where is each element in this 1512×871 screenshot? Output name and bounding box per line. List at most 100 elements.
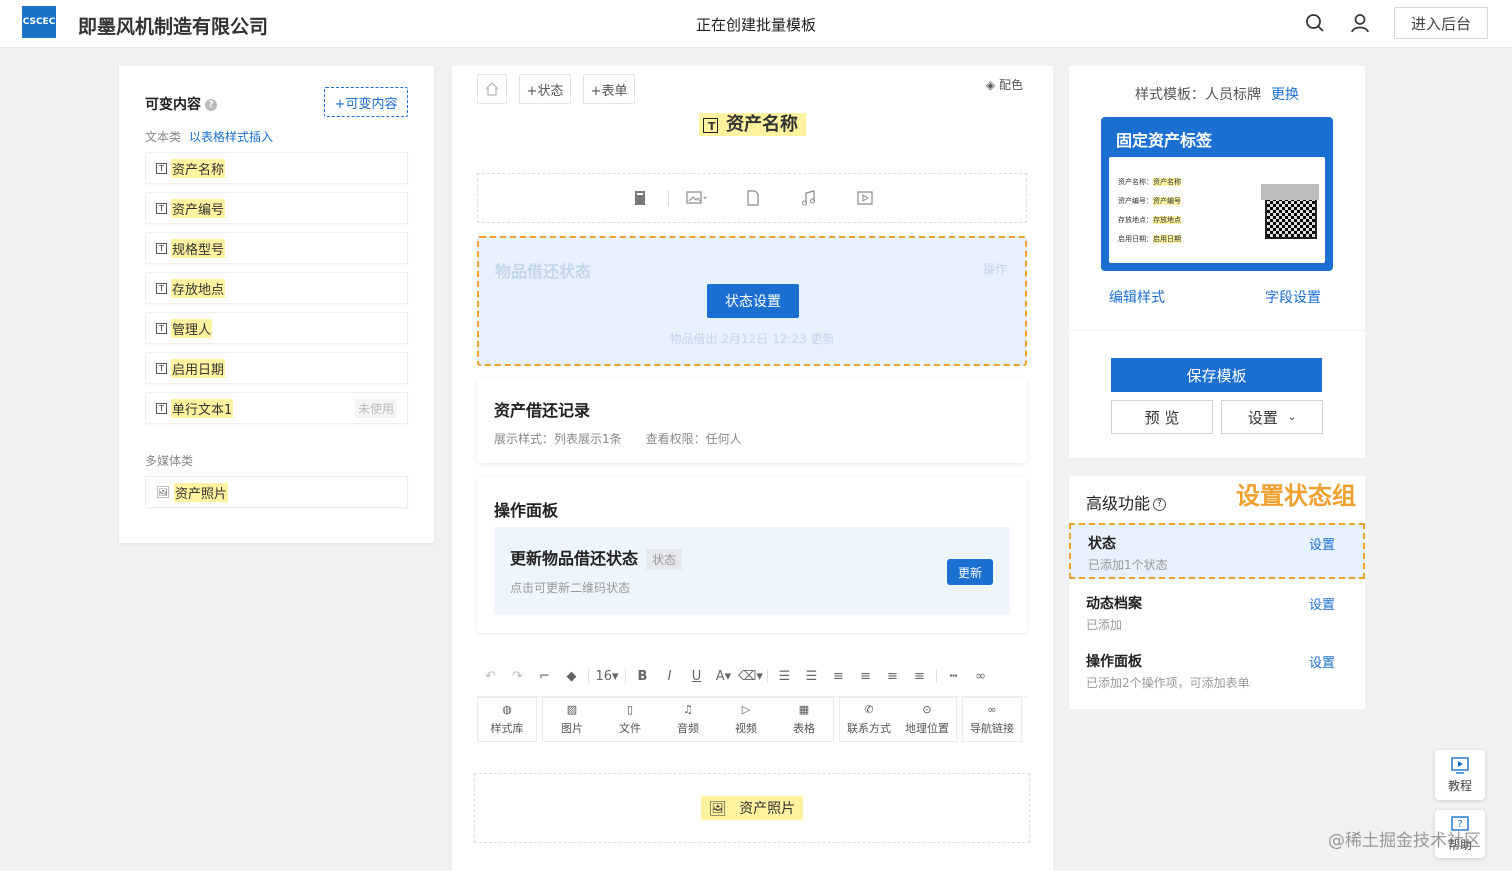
text-icon: T — [703, 118, 718, 133]
advanced-item-operation-panel[interactable]: 操作面板 已添加2个操作项，可添加表单 设置 — [1069, 641, 1365, 697]
field-settings-link[interactable]: 字段设置 — [1265, 287, 1321, 307]
status-settings-link[interactable]: 设置 — [1309, 534, 1335, 553]
insert-location-button[interactable]: ⊙ 地理位置 — [898, 698, 956, 741]
align-center-icon[interactable]: ≡ — [852, 669, 879, 684]
asset-photo-placeholder[interactable]: 🖼 资产照片 — [474, 773, 1030, 843]
book-icon[interactable] — [612, 190, 668, 206]
borrow-record-card[interactable]: 资产借还记录 展示样式：列表展示1条 查看权限：任何人 — [477, 377, 1027, 463]
operation-panel-card[interactable]: 操作面板 更新物品借还状态 状态 点击可更新二维码状态 更新 — [477, 477, 1027, 633]
operation-item-title-text: 更新物品借还状态 — [510, 549, 639, 568]
status-box[interactable]: 物品借还状态 操作 状态设置 物品借出 2月12日 12:23 更新 — [477, 236, 1027, 366]
file-icon[interactable] — [725, 190, 781, 206]
variable-item[interactable]: 🖼 资产照片 — [145, 476, 408, 508]
phone-icon: ✆ — [864, 703, 874, 716]
badge-field: 资产名称：资产名称 — [1118, 177, 1181, 187]
image-icon[interactable] — [669, 190, 725, 206]
align-justify-icon[interactable]: ≡ — [906, 669, 933, 684]
insert-image-button[interactable]: ▨ 图片 — [543, 698, 601, 741]
style-library-button[interactable]: ◍ 样式库 — [478, 698, 536, 741]
rich-text-toolbar: ↶ ↷ ⌐ ◆ 16▾ B I U A▾ ⌫▾ ☰ ☰ ≡ ≡ ≡ ≡ ┅ ∞ — [477, 661, 1027, 691]
style-template-label: 样式模板：人员标牌 — [1135, 87, 1261, 103]
variable-item[interactable]: T 资产编号 — [145, 192, 408, 224]
insert-file-button[interactable]: ▯ 文件 — [601, 698, 659, 741]
operation-settings-link[interactable]: 设置 — [1309, 652, 1335, 671]
media-category: 多媒体类 — [145, 452, 193, 469]
user-icon[interactable] — [1349, 12, 1371, 34]
help-icon[interactable]: ? — [1153, 498, 1167, 511]
variable-label: 启用日期 — [171, 358, 226, 378]
ordered-list-icon[interactable]: ☰ — [771, 669, 798, 684]
eraser-icon[interactable]: ◆ — [558, 669, 585, 684]
badge-field-value: 存放地点 — [1153, 216, 1181, 224]
archive-settings-link[interactable]: 设置 — [1309, 594, 1335, 613]
video-icon[interactable] — [837, 190, 893, 206]
bullet-list-icon[interactable]: ☰ — [798, 669, 825, 684]
preview-button[interactable]: 预 览 — [1111, 400, 1213, 434]
align-right-icon[interactable]: ≡ — [879, 669, 906, 684]
italic-icon[interactable]: I — [656, 669, 683, 684]
font-size-select[interactable]: 16▾ — [592, 669, 622, 684]
image-icon: ▨ — [566, 703, 578, 716]
text-icon: T — [156, 322, 167, 334]
image-icon: 🖼 — [704, 799, 731, 819]
change-template-link[interactable]: 更换 — [1271, 87, 1299, 103]
badge-field-value: 资产编号 — [1153, 197, 1181, 205]
insert-contact-button[interactable]: ✆ 联系方式 — [840, 698, 898, 741]
divider-icon[interactable]: ┅ — [940, 669, 967, 684]
font-size-value: 16 — [595, 668, 612, 684]
music-icon[interactable] — [781, 190, 837, 206]
home-icon — [485, 82, 499, 96]
underline-icon[interactable]: U — [683, 669, 710, 684]
format-painter-icon[interactable]: ⌐ — [531, 669, 558, 684]
edit-style-link[interactable]: 编辑样式 — [1109, 287, 1165, 307]
badge-field: 启用日期：启用日期 — [1118, 234, 1181, 244]
location-icon: ⊙ — [922, 703, 932, 716]
add-status-button[interactable]: +状态 — [519, 74, 571, 104]
undo-icon[interactable]: ↶ — [477, 669, 504, 684]
variable-item[interactable]: T 启用日期 — [145, 352, 408, 384]
template-editor: +状态 +表单 ◈ 配色 T 资产名称 物品借还状态 操作 状态设置 物品借出 2… — [452, 66, 1053, 871]
variable-item[interactable]: T 单行文本1 未使用 — [145, 392, 408, 424]
badge-field-label: 资产编号： — [1118, 197, 1153, 205]
insert-nav-link-button[interactable]: ∞ 导航链接 — [963, 698, 1021, 741]
link-icon[interactable]: ∞ — [967, 669, 994, 684]
asset-title[interactable]: T 资产名称 — [452, 110, 1053, 136]
variable-item[interactable]: T 资产名称 — [145, 152, 408, 184]
table-insert-link[interactable]: 以表格样式插入 — [189, 130, 273, 144]
redo-icon[interactable]: ↷ — [504, 669, 531, 684]
save-template-button[interactable]: 保存模板 — [1111, 358, 1322, 392]
update-button[interactable]: 更新 — [947, 559, 993, 585]
variable-item[interactable]: T 存放地点 — [145, 272, 408, 304]
font-color-icon[interactable]: A▾ — [710, 669, 737, 684]
badge-field-label: 启用日期： — [1118, 235, 1153, 243]
enter-admin-button[interactable]: 进入后台 — [1394, 7, 1488, 39]
search-icon[interactable] — [1304, 12, 1326, 34]
home-button[interactable] — [477, 74, 507, 104]
tutorial-button[interactable]: 教程 — [1435, 750, 1485, 800]
help-icon[interactable]: ? — [205, 99, 217, 111]
operation-item[interactable]: 更新物品借还状态 状态 点击可更新二维码状态 更新 — [494, 527, 1010, 615]
page-title: 正在创建批量模板 — [695, 16, 816, 34]
image-icon: 🖼 — [156, 485, 170, 499]
color-scheme-button[interactable]: ◈ 配色 — [986, 76, 1023, 93]
add-variable-button[interactable]: +可变内容 — [324, 87, 408, 117]
badge-body: 资产名称：资产名称 资产编号：资产编号 存放地点：存放地点 启用日期：启用日期 — [1109, 157, 1325, 263]
variable-item[interactable]: T 规格型号 — [145, 232, 408, 264]
advanced-item-dynamic-archive[interactable]: 动态档案 已添加 设置 — [1069, 583, 1365, 639]
status-settings-button[interactable]: 状态设置 — [707, 284, 799, 318]
advanced-item-title: 操作面板 — [1086, 654, 1142, 670]
insert-video-button[interactable]: ▷ 视频 — [717, 698, 775, 741]
settings-dropdown[interactable]: 设置 ⌄ — [1221, 400, 1323, 434]
add-form-button[interactable]: +表单 — [583, 74, 635, 104]
variable-item[interactable]: T 管理人 — [145, 312, 408, 344]
bold-icon[interactable]: B — [629, 669, 656, 684]
advanced-item-status[interactable]: 状态 已添加1个状态 设置 — [1069, 523, 1365, 579]
asset-label-preview: 固定资产标签 资产名称：资产名称 资产编号：资产编号 存放地点：存放地点 启用日… — [1101, 117, 1333, 271]
insert-audio-button[interactable]: ♫ 音频 — [659, 698, 717, 741]
variable-label: 规格型号 — [171, 238, 226, 258]
align-left-icon[interactable]: ≡ — [825, 669, 852, 684]
insert-table-button[interactable]: ▦ 表格 — [775, 698, 833, 741]
highlight-icon[interactable]: ⌫▾ — [737, 669, 764, 684]
panel-title-text: 可变内容 — [145, 97, 201, 113]
video-icon — [1451, 756, 1469, 774]
